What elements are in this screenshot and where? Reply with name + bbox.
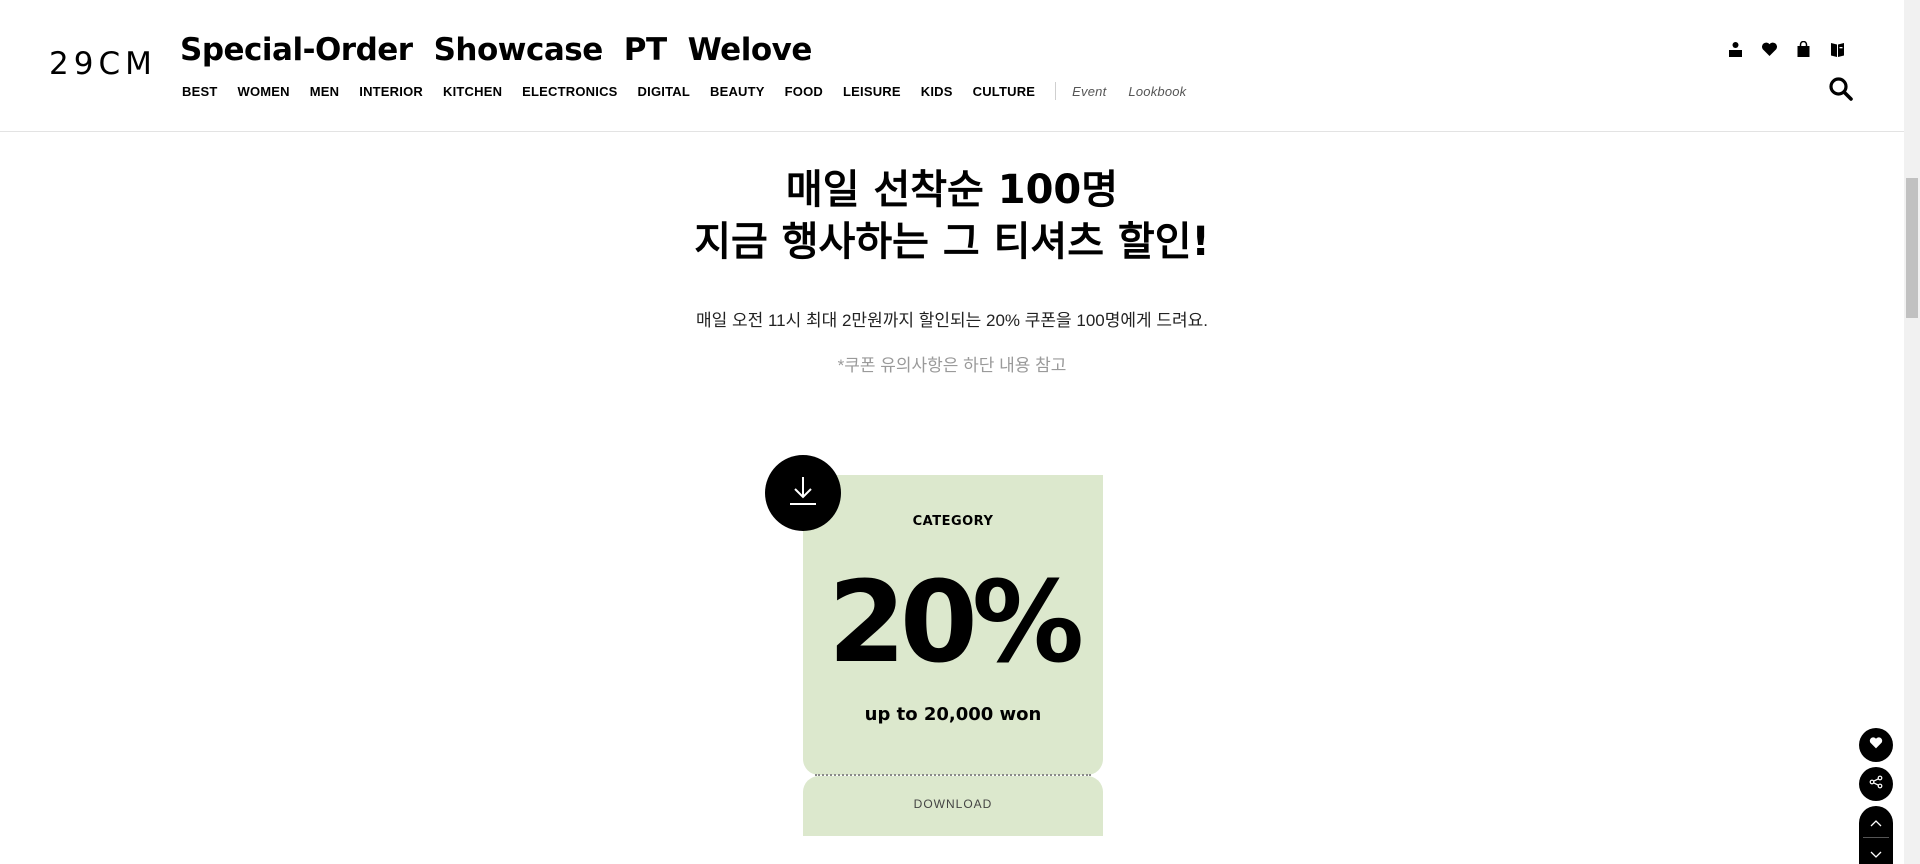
- nav-lookbook[interactable]: Lookbook: [1128, 84, 1186, 99]
- nav-culture[interactable]: CULTURE: [973, 84, 1036, 99]
- coupon-label: CATEGORY: [912, 514, 994, 529]
- share-icon: [1869, 775, 1883, 794]
- float-share-button[interactable]: [1859, 767, 1893, 801]
- nav-best[interactable]: BEST: [182, 84, 217, 99]
- nav-divider: [1055, 82, 1057, 100]
- coupon-card[interactable]: CATEGORY 20% up to 20,000 won: [803, 475, 1103, 775]
- chevron-up-icon[interactable]: [1870, 814, 1882, 832]
- site-header: 29CM Special-Order Showcase PT Welove BE…: [0, 0, 1904, 132]
- nav-kids[interactable]: KIDS: [921, 84, 953, 99]
- coupon-limit: up to 20,000 won: [864, 704, 1042, 725]
- book-icon[interactable]: [1829, 41, 1846, 58]
- nav-kitchen[interactable]: KITCHEN: [443, 84, 502, 99]
- promo-headline: 매일 선착순 100명 지금 행사하는 그 티셔츠 할인!: [0, 164, 1904, 268]
- nav-electronics[interactable]: ELECTRONICS: [522, 84, 617, 99]
- download-icon: [786, 474, 820, 513]
- page-scrollbar[interactable]: [1904, 0, 1920, 864]
- nav-pt[interactable]: PT: [624, 32, 667, 68]
- nav-men[interactable]: MEN: [310, 84, 340, 99]
- category-nav: BEST WOMEN MEN INTERIOR KITCHEN ELECTRON…: [182, 82, 1208, 100]
- special-nav: Special-Order Showcase PT Welove: [180, 32, 812, 68]
- chevron-down-icon[interactable]: [1870, 846, 1882, 864]
- nav-showcase[interactable]: Showcase: [434, 32, 604, 68]
- nav-leisure[interactable]: LEISURE: [843, 84, 901, 99]
- coupon-download-button[interactable]: DOWNLOAD: [803, 797, 1103, 811]
- headline-line-2: 지금 행사하는 그 티셔츠 할인!: [694, 219, 1210, 265]
- nav-food[interactable]: FOOD: [785, 84, 823, 99]
- promo-subline: 매일 오전 11시 최대 2만원까지 할인되는 20% 쿠폰을 100명에게 드…: [695, 311, 1209, 330]
- nav-women[interactable]: WOMEN: [237, 84, 289, 99]
- headline-line-1: 매일 선착순 100명: [785, 167, 1119, 213]
- scrollbar-thumb[interactable]: [1906, 178, 1918, 318]
- promo-note: *쿠폰 유의사항은 하단 내용 참고: [837, 356, 1067, 375]
- site-logo[interactable]: 29CM: [49, 46, 157, 82]
- heart-icon: [1869, 736, 1883, 755]
- float-scroll-control: [1859, 806, 1893, 864]
- scroll-control-divider: [1863, 837, 1889, 838]
- user-icon[interactable]: [1727, 41, 1744, 58]
- coupon-value: 20%: [827, 558, 1084, 688]
- nav-special-order[interactable]: Special-Order: [180, 32, 413, 68]
- heart-icon[interactable]: [1761, 41, 1778, 58]
- nav-welove[interactable]: Welove: [688, 32, 813, 68]
- nav-event[interactable]: Event: [1072, 84, 1106, 99]
- nav-digital[interactable]: DIGITAL: [638, 84, 690, 99]
- header-icons: [1727, 40, 1846, 58]
- download-button[interactable]: [765, 455, 841, 531]
- nav-beauty[interactable]: BEAUTY: [710, 84, 765, 99]
- nav-interior[interactable]: INTERIOR: [359, 84, 423, 99]
- search-icon[interactable]: [1828, 76, 1854, 102]
- bag-icon[interactable]: [1795, 40, 1812, 58]
- coupon-download-area[interactable]: DOWNLOAD: [803, 776, 1103, 836]
- float-like-button[interactable]: [1859, 728, 1893, 762]
